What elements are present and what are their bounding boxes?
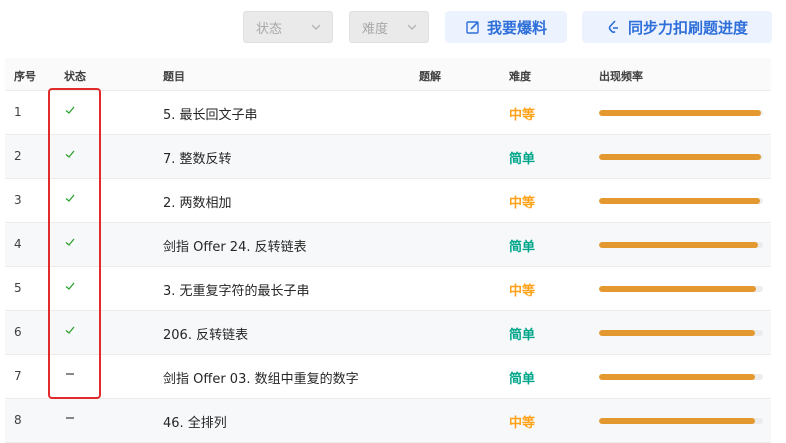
frequency-bar-fill [599, 374, 755, 380]
frequency-bar-fill [599, 154, 762, 160]
table-row[interactable]: 5 3. 无重复字符的最长子串 中等 [5, 267, 771, 311]
problem-title-link[interactable]: 46. 全排列 [163, 412, 227, 431]
problem-title-link[interactable]: 剑指 Offer 03. 数组中重复的数字 [163, 368, 359, 387]
status-column-highlight [48, 88, 101, 399]
difficulty-filter-select[interactable]: 难度 [349, 11, 429, 43]
frequency-bar-fill [599, 418, 755, 424]
table-row[interactable]: 6 206. 反转链表 简单 [5, 311, 771, 355]
problem-title-link[interactable]: 剑指 Offer 24. 反转链表 [163, 236, 307, 255]
status-filter-select[interactable]: 状态 [243, 11, 333, 43]
header-status: 状态 [64, 70, 86, 83]
frequency-bar [599, 374, 763, 380]
difficulty-badge: 简单 [509, 372, 536, 387]
table-row[interactable]: 4 剑指 Offer 24. 反转链表 简单 [5, 223, 771, 267]
row-index: 6 [14, 325, 22, 339]
dash-icon [66, 417, 74, 419]
frequency-bar [599, 418, 763, 424]
header-difficulty: 难度 [509, 70, 531, 83]
problem-title-link[interactable]: 2. 两数相加 [163, 192, 232, 211]
problem-title-link[interactable]: 3. 无重复字符的最长子串 [163, 280, 310, 299]
problem-table: 序号 状态 题目 题解 难度 出现频率 1 5. 最长回文子串 中等 2 7. 整数反转… [5, 58, 771, 443]
difficulty-badge: 简单 [509, 152, 536, 167]
report-button-label: 我要爆料 [486, 18, 547, 37]
problem-title-link[interactable]: 5. 最长回文子串 [163, 104, 258, 123]
header-solution: 题解 [419, 70, 441, 83]
table-header: 序号 状态 题目 题解 难度 出现频率 [5, 58, 771, 91]
problem-title-link[interactable]: 7. 整数反转 [163, 148, 232, 167]
edit-icon [466, 21, 479, 34]
row-index: 5 [14, 281, 22, 295]
chevron-down-icon [311, 24, 321, 30]
difficulty-badge: 中等 [509, 284, 536, 299]
table-row[interactable]: 3 2. 两数相加 中等 [5, 179, 771, 223]
table-row[interactable]: 1 5. 最长回文子串 中等 [5, 91, 771, 135]
header-index: 序号 [14, 70, 36, 83]
sync-progress-button[interactable]: 同步力扣刷题进度 [582, 11, 772, 43]
toolbar: 状态 难度 我要爆料 同步力扣刷题进度 [0, 11, 786, 43]
leetcode-icon [608, 20, 618, 34]
frequency-bar [599, 154, 763, 160]
sync-button-label: 同步力扣刷题进度 [627, 18, 748, 37]
row-index: 2 [14, 149, 22, 163]
frequency-bar-fill [599, 286, 757, 292]
row-index: 4 [14, 237, 22, 251]
frequency-bar [599, 242, 763, 248]
row-index: 3 [14, 193, 22, 207]
table-body: 1 5. 最长回文子串 中等 2 7. 整数反转 简单 3 2. 两数相加 中等 4 剑指 Offe… [5, 91, 771, 443]
header-frequency: 出现频率 [599, 70, 643, 83]
frequency-bar-fill [599, 330, 755, 336]
difficulty-badge: 中等 [509, 196, 536, 211]
report-button[interactable]: 我要爆料 [445, 11, 567, 43]
difficulty-badge: 简单 [509, 240, 536, 255]
status-filter-label: 状态 [256, 21, 283, 37]
frequency-bar-fill [599, 110, 762, 116]
difficulty-badge: 中等 [509, 416, 536, 431]
difficulty-badge: 简单 [509, 328, 536, 343]
chevron-down-icon [407, 24, 417, 30]
frequency-bar [599, 198, 763, 204]
row-index: 7 [14, 369, 22, 383]
header-title: 题目 [163, 70, 185, 83]
frequency-bar-fill [599, 242, 759, 248]
problem-title-link[interactable]: 206. 反转链表 [163, 324, 248, 343]
table-row[interactable]: 2 7. 整数反转 简单 [5, 135, 771, 179]
row-index: 1 [14, 105, 22, 119]
difficulty-badge: 中等 [509, 108, 536, 123]
frequency-bar [599, 110, 763, 116]
row-index: 8 [14, 413, 22, 427]
table-row[interactable]: 7 剑指 Offer 03. 数组中重复的数字 简单 [5, 355, 771, 399]
frequency-bar [599, 330, 763, 336]
table-row[interactable]: 8 46. 全排列 中等 [5, 399, 771, 443]
frequency-bar [599, 286, 763, 292]
frequency-bar-fill [599, 198, 760, 204]
difficulty-filter-label: 难度 [362, 21, 389, 37]
